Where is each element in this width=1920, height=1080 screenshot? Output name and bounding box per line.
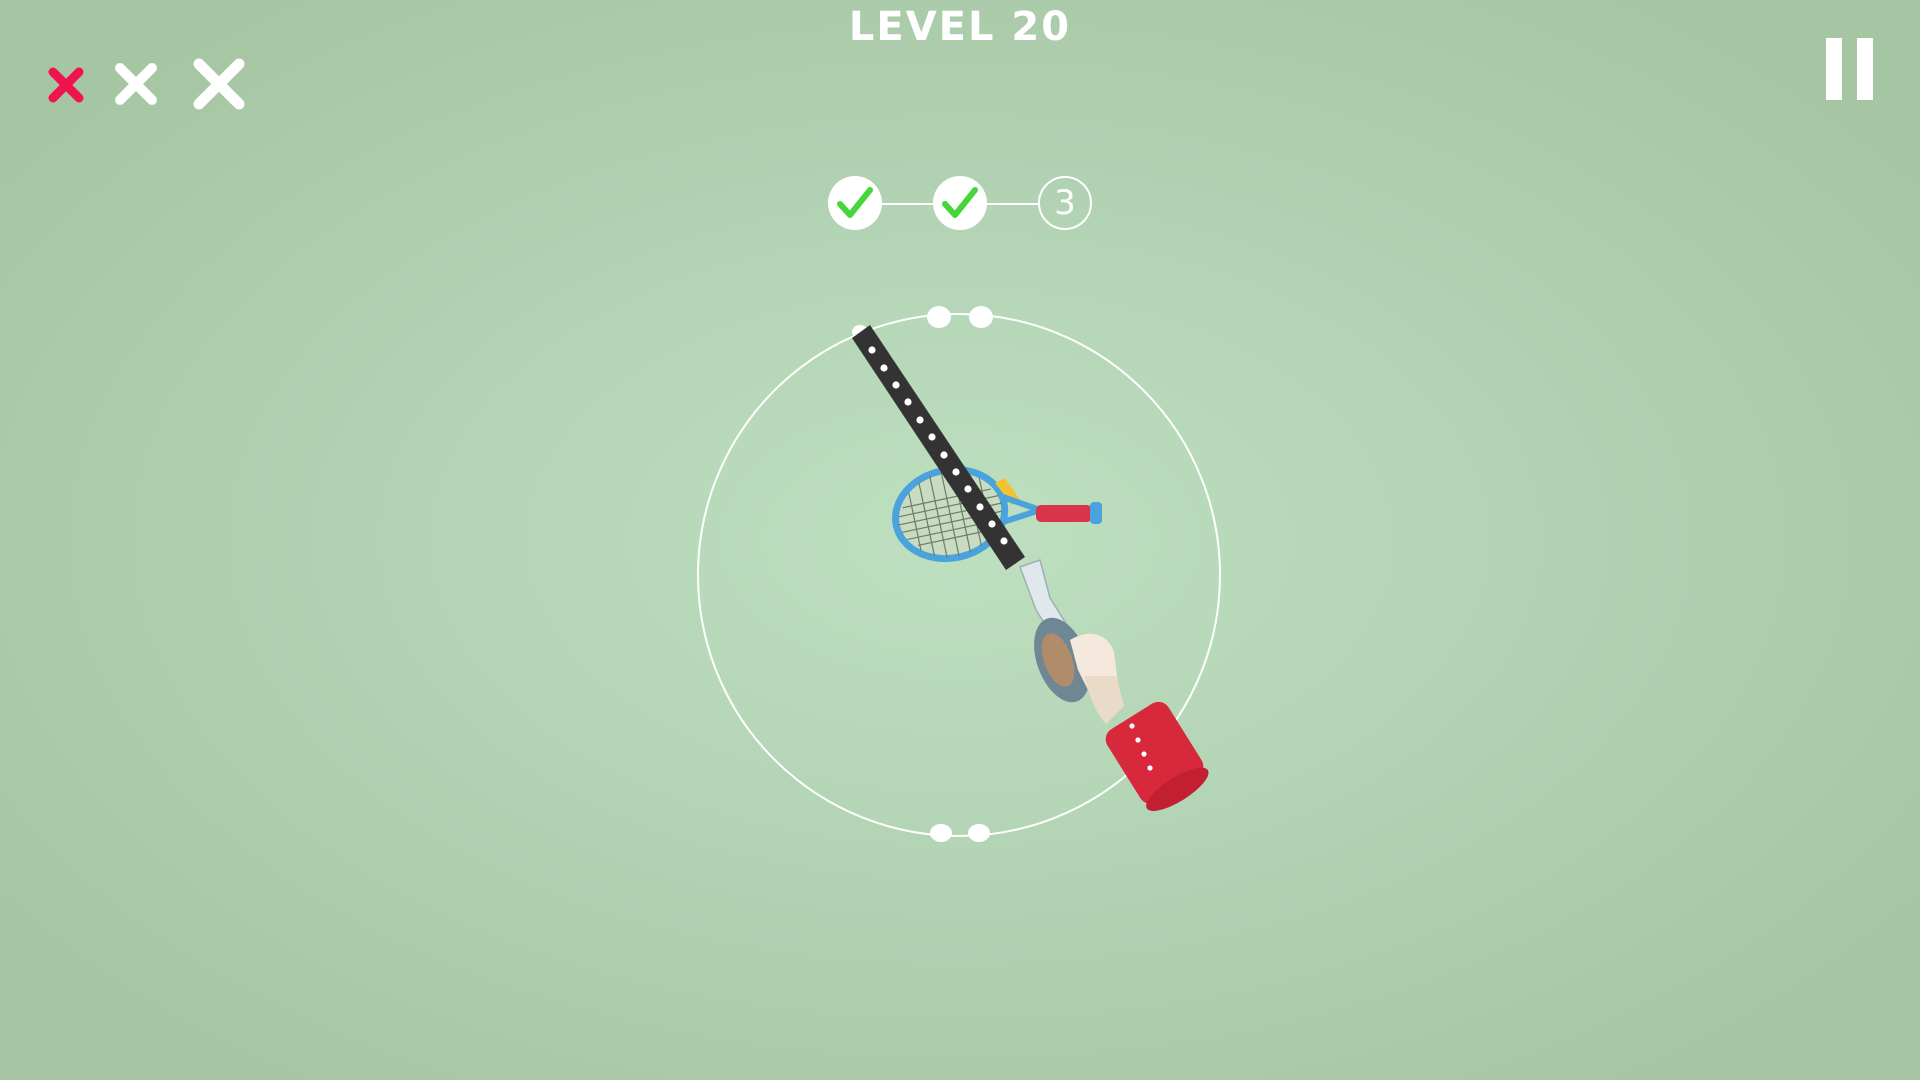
tape-dispenser-hand	[1019, 559, 1209, 811]
marker-dot	[927, 306, 951, 328]
marker-dot	[968, 824, 990, 842]
marker-dot	[969, 306, 993, 328]
ring-markers	[852, 306, 993, 842]
marker-dot	[930, 824, 952, 842]
game-scene[interactable]	[0, 0, 1920, 1080]
